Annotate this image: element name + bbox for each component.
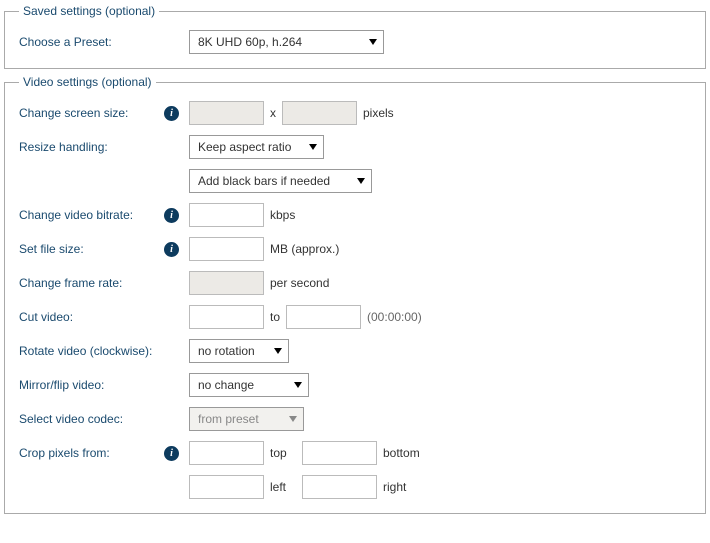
- pixels-unit: pixels: [363, 106, 394, 120]
- info-icon[interactable]: i: [164, 446, 179, 461]
- codec-select[interactable]: from preset: [189, 407, 304, 431]
- chevron-down-icon: [294, 382, 302, 388]
- screen-height-input[interactable]: [282, 101, 357, 125]
- chevron-down-icon: [357, 178, 365, 184]
- mirror-label: Mirror/flip video:: [19, 378, 189, 392]
- chevron-down-icon: [309, 144, 317, 150]
- filesize-input[interactable]: [189, 237, 264, 261]
- black-bars-select[interactable]: Add black bars if needed: [189, 169, 372, 193]
- mb-unit: MB (approx.): [270, 242, 339, 256]
- crop-right-input[interactable]: [302, 475, 377, 499]
- choose-preset-label: Choose a Preset:: [19, 35, 189, 49]
- left-label: left: [270, 480, 296, 494]
- time-format-hint: (00:00:00): [367, 310, 422, 324]
- dimension-separator: x: [270, 106, 276, 120]
- mirror-select[interactable]: no change: [189, 373, 309, 397]
- framerate-label: Change frame rate:: [19, 276, 189, 290]
- screen-width-input[interactable]: [189, 101, 264, 125]
- info-icon[interactable]: i: [164, 242, 179, 257]
- screen-size-label: Change screen size: i: [19, 106, 189, 121]
- crop-bottom-input[interactable]: [302, 441, 377, 465]
- aspect-ratio-select[interactable]: Keep aspect ratio: [189, 135, 324, 159]
- framerate-input[interactable]: [189, 271, 264, 295]
- bitrate-input[interactable]: [189, 203, 264, 227]
- chevron-down-icon: [289, 416, 297, 422]
- rotate-label: Rotate video (clockwise):: [19, 344, 189, 358]
- filesize-label: Set file size: i: [19, 242, 189, 257]
- crop-left-input[interactable]: [189, 475, 264, 499]
- kbps-unit: kbps: [270, 208, 295, 222]
- saved-settings-fieldset: Saved settings (optional) Choose a Prese…: [4, 4, 706, 69]
- crop-top-input[interactable]: [189, 441, 264, 465]
- video-settings-legend: Video settings (optional): [19, 75, 156, 89]
- codec-label: Select video codec:: [19, 412, 189, 426]
- chevron-down-icon: [274, 348, 282, 354]
- video-settings-fieldset: Video settings (optional) Change screen …: [4, 75, 706, 514]
- cut-to-input[interactable]: [286, 305, 361, 329]
- saved-settings-legend: Saved settings (optional): [19, 4, 159, 18]
- info-icon[interactable]: i: [164, 106, 179, 121]
- top-label: top: [270, 446, 296, 460]
- cut-video-label: Cut video:: [19, 310, 189, 324]
- crop-label: Crop pixels from: i: [19, 446, 189, 461]
- info-icon[interactable]: i: [164, 208, 179, 223]
- preset-select[interactable]: 8K UHD 60p, h.264: [189, 30, 384, 54]
- bitrate-label: Change video bitrate: i: [19, 208, 189, 223]
- cut-from-input[interactable]: [189, 305, 264, 329]
- fps-unit: per second: [270, 276, 329, 290]
- bottom-label: bottom: [383, 446, 420, 460]
- resize-handling-label: Resize handling:: [19, 140, 189, 154]
- chevron-down-icon: [369, 39, 377, 45]
- right-label: right: [383, 480, 406, 494]
- rotate-select[interactable]: no rotation: [189, 339, 289, 363]
- to-label: to: [270, 310, 280, 324]
